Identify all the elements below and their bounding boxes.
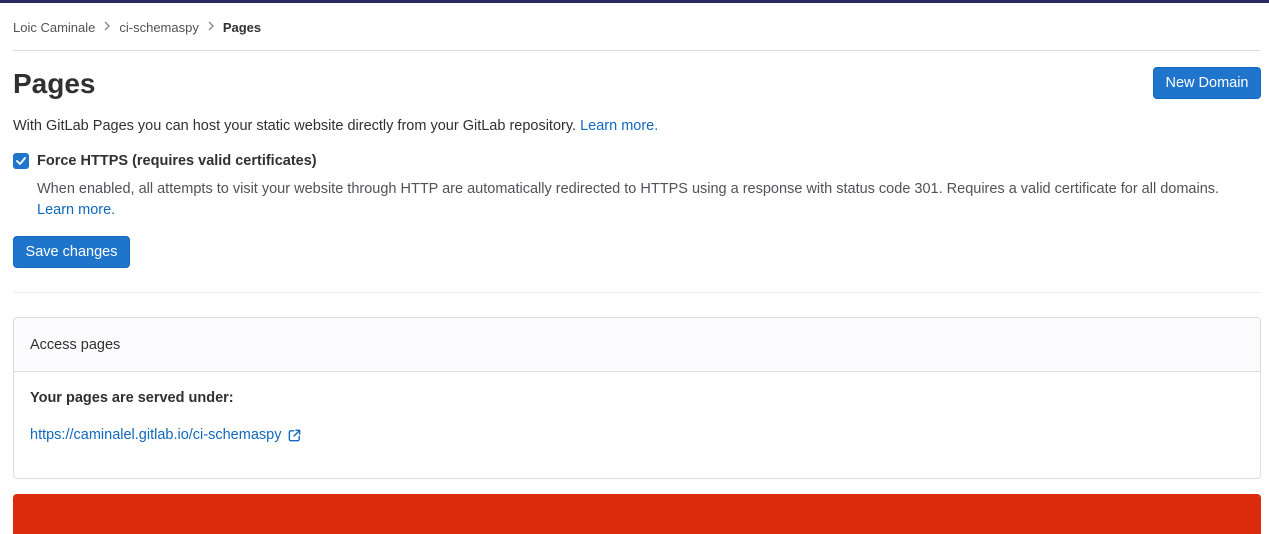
breadcrumb-item-owner[interactable]: Loic Caminale <box>13 20 95 35</box>
served-under-label: Your pages are served under: <box>30 390 234 406</box>
access-pages-header: Access pages <box>14 318 1260 372</box>
breadcrumb-item-current[interactable]: Pages <box>223 20 261 35</box>
breadcrumb-item-project[interactable]: ci-schemaspy <box>119 20 198 35</box>
external-link-icon[interactable] <box>287 428 302 443</box>
force-https-learn-more-link[interactable]: Learn more. <box>37 202 115 218</box>
force-https-checkbox[interactable] <box>13 153 29 169</box>
top-nav-bar <box>0 0 1269 3</box>
save-changes-button[interactable]: Save changes <box>13 236 130 268</box>
force-https-row: Force HTTPS (requires valid certificates… <box>13 153 317 169</box>
section-divider <box>13 292 1260 293</box>
pages-url-row: https://caminalel.gitlab.io/ci-schemaspy <box>30 427 302 443</box>
new-domain-button[interactable]: New Domain <box>1153 67 1261 99</box>
page-title: Pages <box>13 68 96 99</box>
force-https-help-text: When enabled, all attempts to visit your… <box>37 181 1220 197</box>
force-https-label[interactable]: Force HTTPS (requires valid certificates… <box>37 153 317 169</box>
force-https-help: When enabled, all attempts to visit your… <box>37 179 1262 221</box>
pages-url-link[interactable]: https://caminalel.gitlab.io/ci-schemaspy <box>30 427 281 443</box>
access-pages-card: Access pages Your pages are served under… <box>13 317 1261 479</box>
remove-pages-card <box>13 494 1261 534</box>
chevron-right-icon <box>103 20 111 34</box>
intro-learn-more-link[interactable]: Learn more. <box>580 118 658 134</box>
checkmark-icon <box>16 157 26 165</box>
intro-description: With GitLab Pages you can host your stat… <box>13 118 577 134</box>
intro-text: With GitLab Pages you can host your stat… <box>13 118 658 134</box>
chevron-right-icon <box>207 20 215 34</box>
breadcrumb: Loic Caminale ci-schemaspy Pages <box>13 17 261 37</box>
header-divider <box>13 50 1260 51</box>
